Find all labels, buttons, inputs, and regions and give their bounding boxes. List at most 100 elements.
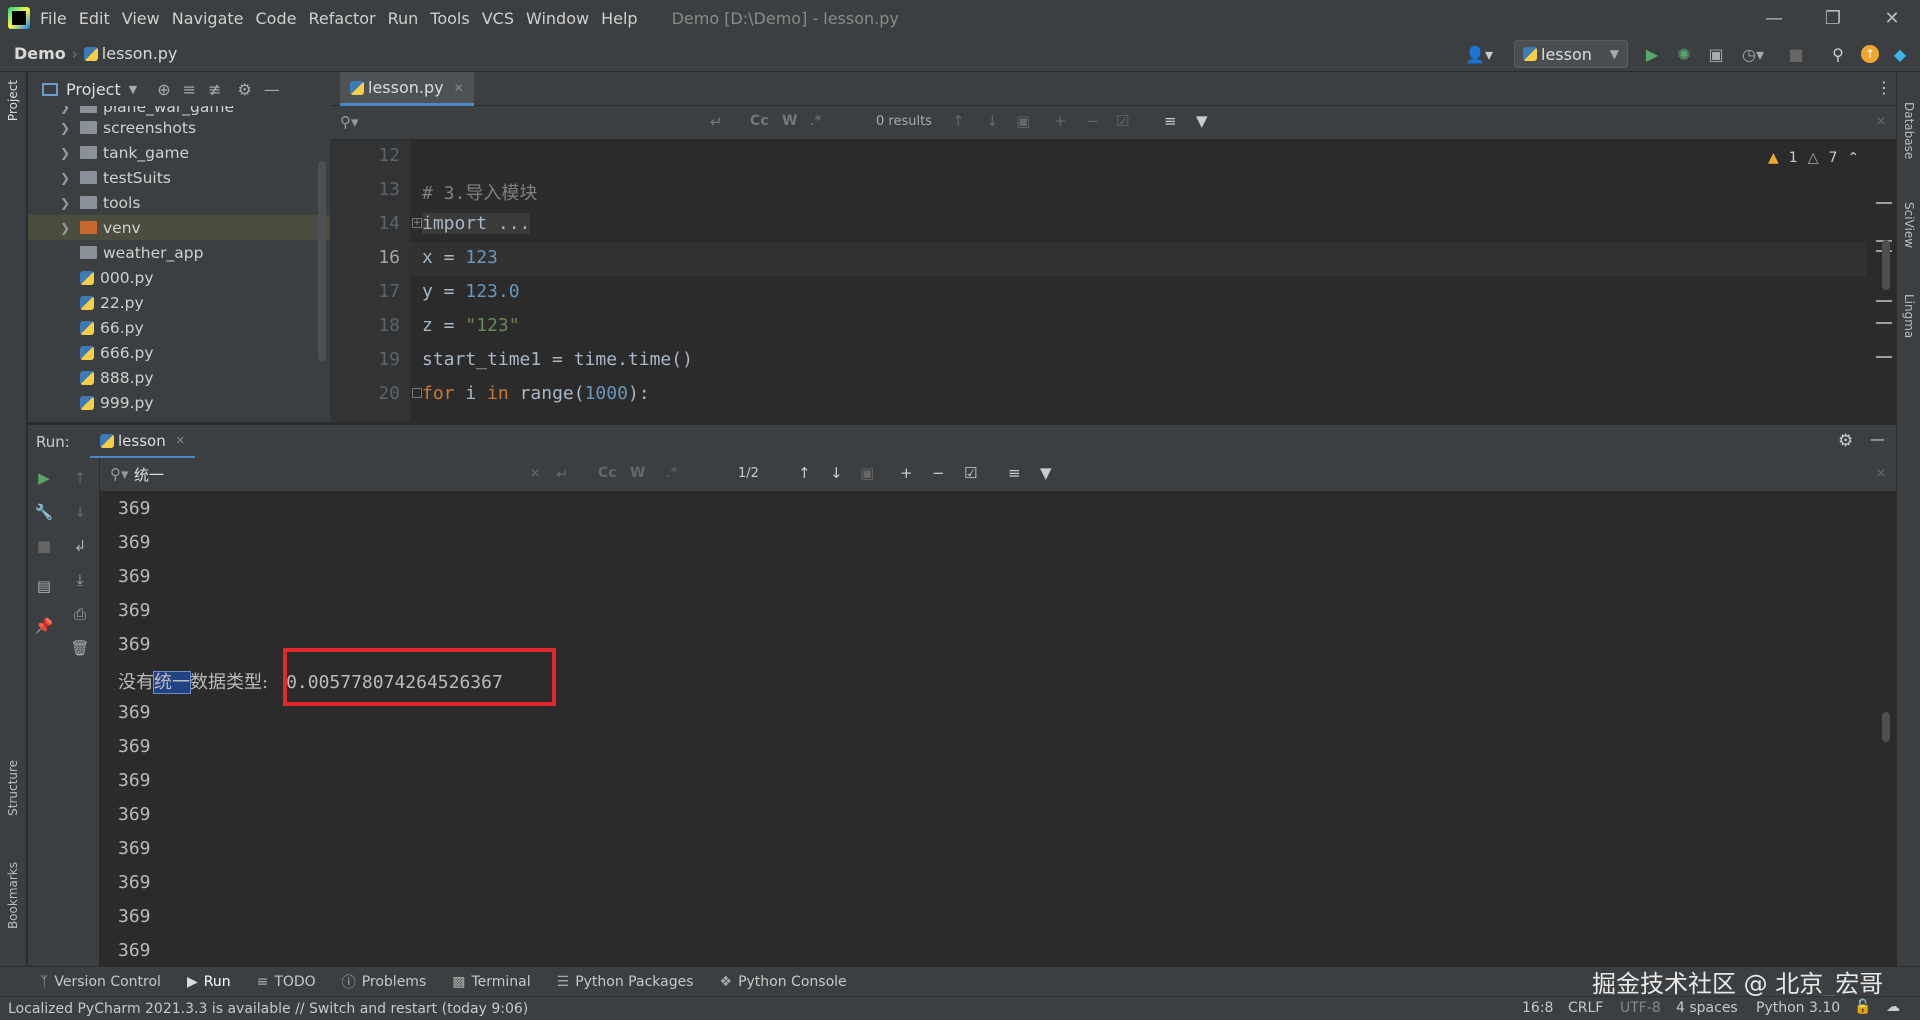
tree-item[interactable]: 666.py [28,340,330,365]
tree-item[interactable]: ❯ tank_game [28,140,330,165]
editor-scrollbar-thumb[interactable] [1882,240,1890,290]
lock-icon[interactable]: 🔓 [1854,999,1871,1015]
tree-item[interactable]: 888.py [28,365,330,390]
menu-vcs[interactable]: VCS [482,9,514,28]
bookmarks-tool-button[interactable]: Bookmarks [6,862,20,929]
tree-item[interactable]: 000.py [28,265,330,290]
minimize-button[interactable]: — [1746,0,1802,36]
coverage-icon[interactable]: ▣ [1704,42,1728,66]
code-editor[interactable]: + # 3.导入模块 import ... x = 123 y = 123.0 … [410,140,1866,422]
next-occurrence-icon[interactable]: ↓ [830,464,843,482]
breadcrumb-project[interactable]: Demo [14,44,66,63]
menu-help[interactable]: Help [601,9,637,28]
search-icon[interactable]: ⚲▾ [110,465,129,483]
hide-icon[interactable]: — [264,80,280,99]
line-separator[interactable]: CRLF [1568,1000,1603,1016]
match-case-icon[interactable]: Cc [598,465,617,481]
gear-icon[interactable]: ⚙ [1838,431,1853,451]
print-icon[interactable]: ⎙ [68,602,92,626]
tab-python-console[interactable]: ❖ Python Console [720,974,847,990]
run-config-select[interactable]: lesson ▼ [1514,40,1628,68]
tree-item[interactable]: ❯ testSuits [28,165,330,190]
select-all-icon[interactable]: ▣ [860,464,874,482]
more-icon[interactable]: ⋮ [1876,78,1892,97]
notifications-icon[interactable]: ☁ [1886,999,1900,1015]
inspection-widget[interactable]: ▲1 △7 ⌃⌄ [1768,150,1866,166]
rerun-icon[interactable]: ▶ [32,466,56,490]
editor-scroll-stripe[interactable] [1866,140,1896,422]
pin-icon[interactable]: 📌 [32,614,56,638]
filter-options-icon[interactable]: ≡ [1164,112,1177,130]
python-interpreter[interactable]: Python 3.10 [1756,1000,1840,1016]
close-icon[interactable]: ✕ [1876,466,1886,480]
close-icon[interactable]: ✕ [1876,114,1886,128]
tree-scrollbar[interactable] [318,161,326,361]
editor-search-input[interactable] [366,110,626,136]
filter-icon[interactable]: ▼ [1040,464,1052,482]
hide-icon[interactable]: — [1870,430,1885,448]
status-message[interactable]: Localized PyCharm 2021.3.3 is available … [8,1001,528,1017]
project-tool-button[interactable]: Project [6,80,20,121]
tree-item[interactable]: ❯ venv [28,215,330,240]
tab-problems[interactable]: ⓘ Problems [342,972,427,992]
menu-window[interactable]: Window [526,9,589,28]
tab-terminal[interactable]: ▩ Terminal [452,974,530,990]
stop-icon[interactable]: ■ [32,534,56,558]
up-icon[interactable]: ↑ [68,466,92,490]
chevron-down-icon[interactable]: ▼ [129,83,137,96]
chevron-up-icon[interactable]: ⌃ [1847,150,1859,166]
search-icon[interactable]: ⚲▾ [340,113,359,131]
scroll-to-end-icon[interactable]: ⤓ [68,568,92,592]
run-icon[interactable]: ▶ [1640,42,1664,66]
menu-edit[interactable]: Edit [79,9,110,28]
match-case-icon[interactable]: Cc [750,113,769,129]
fold-icon[interactable] [412,388,422,398]
locate-icon[interactable]: ⊕ [157,80,170,99]
tab-lesson-py[interactable]: lesson.py ✕ [340,72,474,106]
tree-item[interactable]: 999.py [28,390,330,415]
fold-icon[interactable]: + [412,218,422,228]
profile-icon[interactable]: ◷▾ [1736,42,1770,66]
close-icon[interactable]: ✕ [454,81,464,95]
project-panel-title[interactable]: Project [66,80,121,99]
select-all-occurrences-icon[interactable]: ☑ [964,464,977,482]
search-everywhere-icon[interactable]: ⚲ [1826,42,1850,66]
tree-item[interactable]: ❯ tools [28,190,330,215]
stop-icon[interactable]: ■ [1784,42,1808,66]
close-window-button[interactable]: ✕ [1864,0,1920,36]
sciview-tool-button[interactable]: SciView [1902,202,1916,248]
user-icon[interactable]: 👤▾ [1462,42,1496,66]
menu-view[interactable]: View [122,9,160,28]
add-selection-icon[interactable]: + [1054,112,1067,130]
tab-python-packages[interactable]: ☰ Python Packages [557,974,694,990]
update-icon[interactable]: ↑ [1858,42,1882,66]
select-all-icon[interactable]: ▣ [1016,112,1030,130]
menu-run[interactable]: Run [388,9,419,28]
tab-run[interactable]: ▶ Run [187,974,231,990]
database-tool-button[interactable]: Database [1902,102,1916,159]
whole-words-icon[interactable]: W [782,113,797,129]
menu-tools[interactable]: Tools [430,9,469,28]
wrench-icon[interactable]: 🔧 [32,500,56,524]
indent-setting[interactable]: 4 spaces [1676,1000,1738,1016]
breadcrumb-file[interactable]: lesson.py [102,44,178,63]
regex-icon[interactable]: .* [666,465,677,481]
clear-search-icon[interactable]: ✕ [530,466,540,480]
debug-icon[interactable]: ✺ [1672,42,1696,66]
add-selection-icon[interactable]: + [900,464,913,482]
jetbrains-toolbox-icon[interactable]: ◆ [1888,42,1912,66]
menu-file[interactable]: File [40,9,67,28]
tree-item[interactable]: weather_app [28,240,330,265]
console-scrollbar-thumb[interactable] [1882,712,1890,742]
caret-position[interactable]: 16:8 [1522,1000,1553,1016]
menu-code[interactable]: Code [256,9,297,28]
trash-icon[interactable]: 🗑 [68,636,92,660]
gear-icon[interactable]: ⚙ [237,80,251,99]
expand-all-icon[interactable]: ≡ [183,80,196,99]
console-search-input[interactable]: 统一 [134,464,164,485]
soft-wrap-icon[interactable]: ↲ [68,534,92,558]
menu-refactor[interactable]: Refactor [308,9,375,28]
lingma-tool-button[interactable]: Lingma [1902,294,1916,338]
structure-tool-button[interactable]: Structure [6,760,20,816]
regex-newline-icon[interactable]: ↵ [556,465,569,483]
